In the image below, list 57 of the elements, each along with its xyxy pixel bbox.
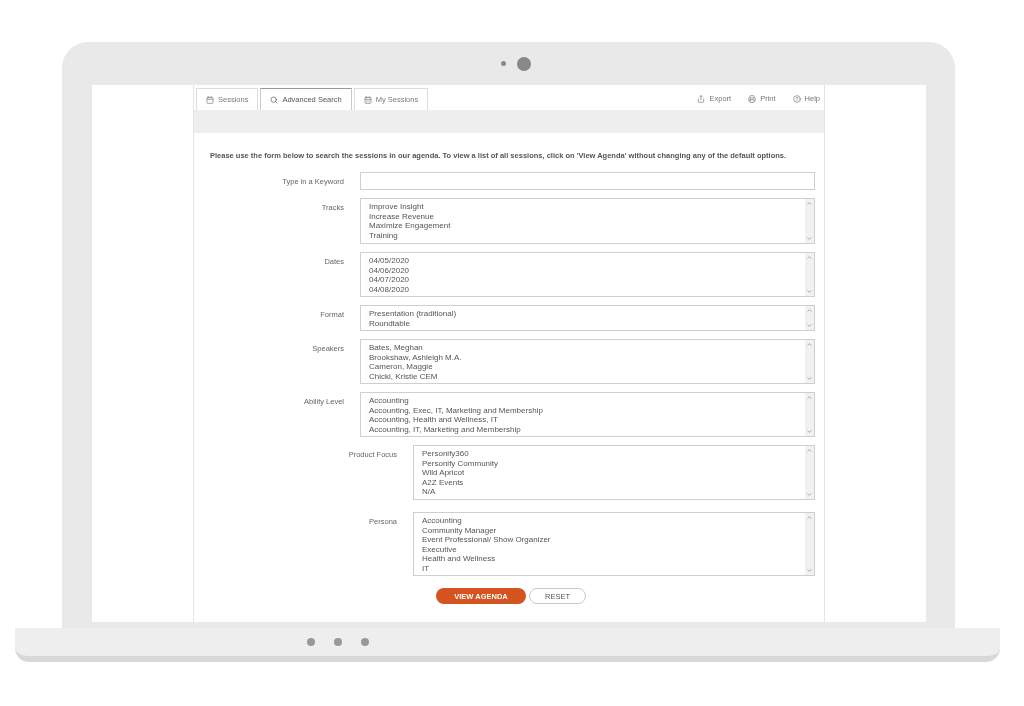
list-option[interactable]: Brookshaw, Ashleigh M.A. [369,352,797,363]
list-option[interactable]: Bates, Meghan [369,343,797,353]
list-box[interactable]: Presentation (traditional) Roundtable [360,305,815,332]
list-option[interactable]: 04/05/2020 [369,256,797,266]
list-box[interactable]: Accounting Community Manager Event Professional/ Show Organizer Executive Health and Wellness IT [413,512,815,577]
list-option[interactable]: Chicki, Kristie CEM [369,371,797,382]
scroll-up-icon[interactable] [806,341,813,349]
scroll-down-icon[interactable] [806,375,813,383]
list-option[interactable]: 04/06/2020 [369,265,797,276]
list-box[interactable]: 04/05/2020 04/06/2020 04/07/2020 04/08/2020 [360,252,815,298]
list-option[interactable]: Cameron, Maggie [369,362,797,372]
scroll-up-icon[interactable] [806,447,813,455]
scroll-down-icon[interactable] [806,322,813,330]
list-option[interactable]: A2Z Events [422,477,797,488]
list-option[interactable]: Accounting [369,396,797,406]
keyword-field[interactable] [360,172,815,191]
list-option[interactable]: Accounting, IT, Marketing and Membership [369,424,797,435]
scroll-down-icon[interactable] [806,567,813,575]
scroll-up-icon[interactable] [806,254,813,262]
list-option[interactable]: Roundtable [369,318,797,329]
list-option[interactable]: Improve Insight [369,202,797,212]
calendar-icon [206,95,214,104]
list-box[interactable]: Accounting Accounting, Exec, IT, Marketing and Membership Accounting, Health and Wellness, IT Accounting, IT, Marketing and Membership [360,392,815,438]
list-option[interactable]: IT [422,563,797,574]
list-option[interactable]: Executive [422,544,797,555]
list-option[interactable]: Personify360 [422,449,797,459]
scroll-down-icon[interactable] [806,491,813,499]
scroll-down-icon[interactable] [806,235,813,243]
scroll-down-icon[interactable] [806,428,813,436]
share-icon [697,95,706,103]
scroll-up-icon[interactable] [806,200,813,208]
list-box[interactable]: Improve Insight Increase Revenue Maximize Engagement Training [360,198,815,245]
list-option[interactable]: 04/07/2020 [369,275,797,285]
list-box[interactable]: Bates, Meghan Brookshaw, Ashleigh M.A. Cameron, Maggie Chicki, Kristie CEM [360,339,815,385]
list-box[interactable]: Personify360 Personify Community Wild Apricot A2Z Events N/A [413,445,815,501]
list-option[interactable]: Increase Revenue [369,211,797,222]
calendar-icon [363,95,372,104]
list-option[interactable]: Wild Apricot [422,468,797,478]
list-option[interactable]: Personify Community [422,458,797,469]
list-option[interactable]: Presentation (traditional) [369,309,797,319]
printer-icon [748,95,757,103]
search-icon [270,95,279,104]
list-option[interactable]: Health and Wellness [422,554,797,564]
list-option[interactable]: 04/08/2020 [369,284,797,295]
list-option[interactable]: Maximize Engagement [369,221,797,231]
scroll-up-icon[interactable] [806,514,813,522]
list-option[interactable]: Accounting, Exec, IT, Marketing and Membership [369,405,797,416]
scroll-down-icon[interactable] [806,288,813,296]
list-option[interactable]: Accounting [422,516,797,526]
help-icon [792,95,801,103]
list-option[interactable]: Community Manager [422,525,797,536]
scroll-up-icon[interactable] [806,307,813,315]
list-option[interactable]: N/A [422,487,797,497]
scroll-up-icon[interactable] [806,394,813,402]
list-option[interactable]: Event Professional/ Show Organizer [422,535,797,545]
list-option[interactable]: Training [369,230,797,241]
list-option[interactable]: Accounting, Health and Wellness, IT [369,415,797,425]
